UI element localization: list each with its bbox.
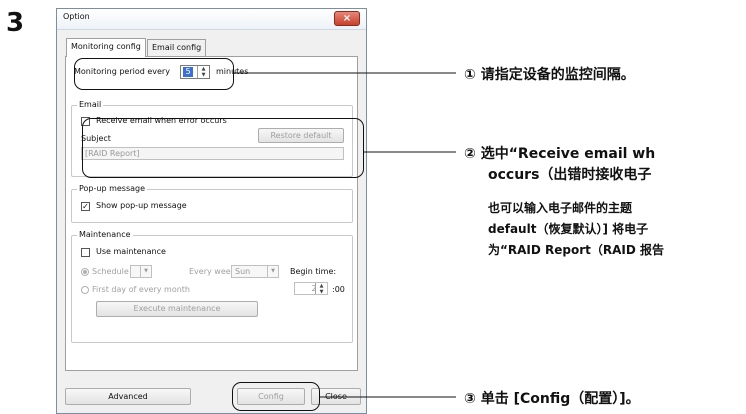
annotation-1: ① 请指定设备的监控间隔。 (464, 67, 635, 83)
annotation-4: ③ 单击 [Config（配置）]。 (464, 391, 640, 407)
annotation-3-line2: default（恢复默认）] 将电子 (488, 222, 649, 236)
leader-lines (234, 72, 456, 398)
annotation-2-line2: occurs（出错时接收电子 (488, 167, 652, 183)
annotation-3-line3: 为“RAID Report（RAID 报告 (488, 243, 665, 257)
tab-monitoring-config[interactable]: Monitoring config (66, 38, 146, 57)
annotation-2-line1: ② 选中“Receive email wh (464, 146, 656, 162)
annotation-3-line1: 也可以输入电子邮件的主题 (488, 201, 633, 215)
